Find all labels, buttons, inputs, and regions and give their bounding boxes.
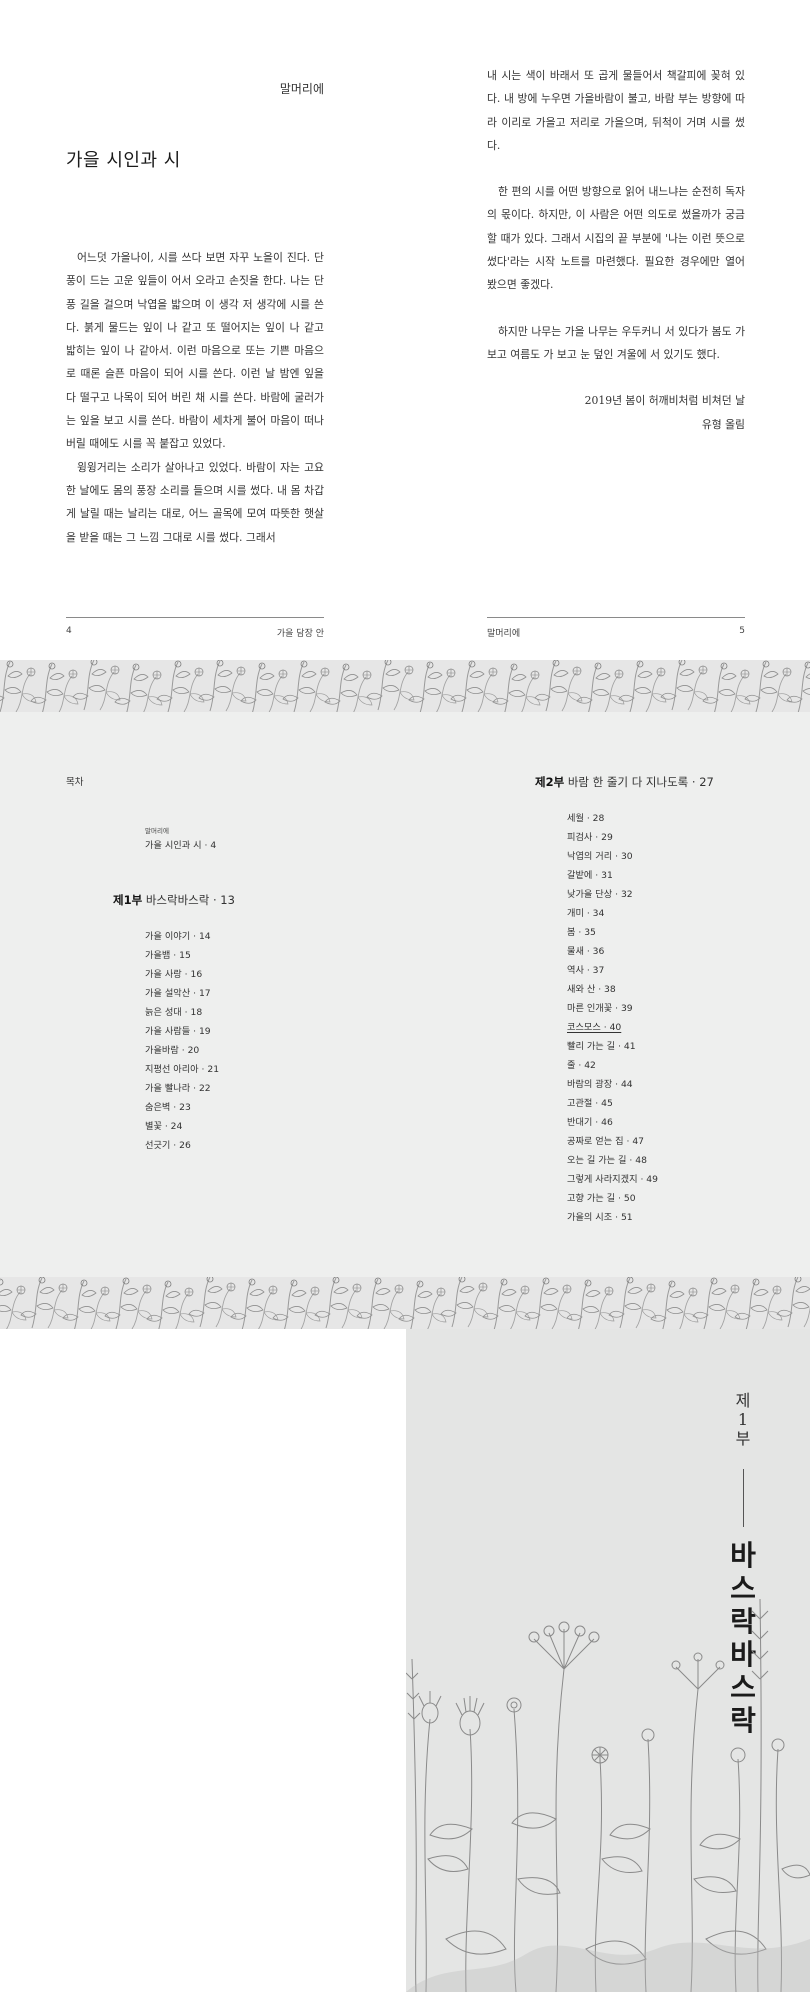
signature-name: 유형 올림 <box>701 417 745 431</box>
toc-part-1-list: 가을 이야기 · 14 가을뱀 · 15 가을 사랑 · 16 가을 설악산 ·… <box>145 927 219 1155</box>
toc-item[interactable]: 역사 · 37 <box>567 961 658 980</box>
folio-title-right: 말머리에 <box>487 629 521 639</box>
toc-item[interactable]: 그렇게 사라지겠지 · 49 <box>567 1170 658 1189</box>
toc-part-2-heading[interactable]: 제2부 바람 한 줄기 다 지나도록 · 27 <box>535 774 714 790</box>
toc-item[interactable]: 반대기 · 46 <box>567 1113 658 1132</box>
toc-item[interactable]: 바람의 광장 · 44 <box>567 1075 658 1094</box>
toc-preface-small-label: 말머리에 <box>145 827 169 835</box>
toc-item[interactable]: 고관절 · 45 <box>567 1094 658 1113</box>
toc-item[interactable]: 갈밭에 · 31 <box>567 866 658 885</box>
preface-right-body: 내 시는 색이 바래서 또 곱게 물들어서 책갈피에 꽂혀 있다. 내 방에 누… <box>487 64 745 436</box>
vertical-rule <box>743 1469 744 1527</box>
preface-paragraph: 하지만 나무는 가을 나무는 우두커니 서 있다가 봄도 가 보고 여름도 가 … <box>487 324 745 361</box>
toc-part-2-list: 세월 · 28 피검사 · 29 낙엽의 거리 · 30 갈밭에 · 31 낮가… <box>567 809 658 1227</box>
folio-number-right: 5 <box>739 626 745 636</box>
toc-item[interactable]: 물새 · 36 <box>567 942 658 961</box>
botanical-pattern-icon <box>0 1277 810 1329</box>
part-number-char: 부 <box>735 1429 751 1448</box>
botanical-band-bottom <box>0 1277 810 1329</box>
toc-item[interactable]: 빨리 가는 길 · 41 <box>567 1037 658 1056</box>
toc-item[interactable]: 오는 길 가는 길 · 48 <box>567 1151 658 1170</box>
toc-preface-entry[interactable]: 가을 시인과 시 · 4 <box>145 836 216 855</box>
toc-part-1-title: 바스락바스락 · 13 <box>142 893 235 907</box>
toc-item[interactable]: 코스모스 · 40 <box>567 1018 658 1037</box>
toc-item[interactable]: 숨은벽 · 23 <box>145 1098 219 1117</box>
part-number-char: 1 <box>737 1410 749 1429</box>
toc-item[interactable]: 늙은 성대 · 18 <box>145 1003 219 1022</box>
preface-left-body: 어느덧 가을나이, 시를 쓰다 보면 자꾸 노을이 진다. 단풍이 드는 고운 … <box>66 246 324 549</box>
toc-item[interactable]: 고향 가는 길 · 50 <box>567 1189 658 1208</box>
signature-date: 2019년 봄이 허깨비처럼 비쳐던 날 <box>584 394 745 408</box>
toc-item[interactable]: 줄 · 42 <box>567 1056 658 1075</box>
toc-item[interactable]: 가을 이야기 · 14 <box>145 927 219 946</box>
toc-label: 목차 <box>66 777 84 788</box>
running-head: 말머리에 <box>279 82 324 96</box>
folio-number-left: 4 <box>66 626 72 636</box>
toc-item[interactable]: 가을 설악산 · 17 <box>145 984 219 1003</box>
toc-item[interactable]: 가을 사람들 · 19 <box>145 1022 219 1041</box>
toc-item[interactable]: 선긋기 · 26 <box>145 1136 219 1155</box>
botanical-band-top <box>0 660 810 712</box>
toc-item[interactable]: 피검사 · 29 <box>567 828 658 847</box>
footer-rule-right <box>487 617 745 618</box>
toc-item[interactable]: 가을뱀 · 15 <box>145 946 219 965</box>
toc-item[interactable]: 개미 · 34 <box>567 904 658 923</box>
toc-item[interactable]: 가을 사랑 · 16 <box>145 965 219 984</box>
toc-item[interactable]: 마른 인개꽃 · 39 <box>567 999 658 1018</box>
toc-part-2-title: 바람 한 줄기 다 지나도록 · 27 <box>564 775 714 789</box>
preface-spread: 말머리에 가을 시인과 시 어느덧 가을나이, 시를 쓰다 보면 자꾸 노을이 … <box>0 0 810 660</box>
botanical-pattern-icon <box>0 660 810 712</box>
part-number-vertical: 제 1 부 <box>735 1391 751 1448</box>
toc-item[interactable]: 별꽃 · 24 <box>145 1117 219 1136</box>
toc-part-1-number: 제1부 <box>113 893 143 907</box>
wildflower-illustration-icon <box>406 1598 810 1992</box>
toc-item[interactable]: 공짜로 얻는 집 · 47 <box>567 1132 658 1151</box>
toc-item[interactable]: 가을의 시조 · 51 <box>567 1208 658 1227</box>
part-number-char: 제 <box>735 1391 751 1410</box>
toc-item[interactable]: 새와 산 · 38 <box>567 980 658 999</box>
preface-left-page: 말머리에 가을 시인과 시 어느덧 가을나이, 시를 쓰다 보면 자꾸 노을이 … <box>66 70 324 640</box>
table-of-contents: 목차 말머리에 가을 시인과 시 · 4 제1부 바스락바스락 · 13 가을 … <box>0 712 810 1277</box>
preface-right-page: 내 시는 색이 바래서 또 곱게 물들어서 책갈피에 꽂혀 있다. 내 방에 누… <box>487 64 745 436</box>
toc-part-1-heading[interactable]: 제1부 바스락바스락 · 13 <box>113 892 235 908</box>
preface-title: 가을 시인과 시 <box>66 150 181 171</box>
part-divider-page: 제 1 부 바 스 락 바 스 락 <box>406 1329 810 1992</box>
preface-paragraph: 한 편의 시를 어떤 방향으로 읽어 내느냐는 순전히 독자의 몫이다. 하지만… <box>487 185 745 292</box>
footer-rule-left <box>66 617 324 618</box>
toc-part-2-number: 제2부 <box>535 775 565 789</box>
toc-item[interactable]: 낙엽의 거리 · 30 <box>567 847 658 866</box>
preface-paragraph: 윙윙거리는 소리가 살아나고 있었다. 바람이 자는 고요한 날에도 몸의 풍장… <box>66 460 324 544</box>
part-divider-spread: 제 1 부 바 스 락 바 스 락 <box>0 1329 810 1992</box>
preface-paragraph: 어느덧 가을나이, 시를 쓰다 보면 자꾸 노을이 진다. 단풍이 드는 고운 … <box>66 251 324 451</box>
toc-item[interactable]: 봄 · 35 <box>567 923 658 942</box>
toc-item[interactable]: 가을 빨나라 · 22 <box>145 1079 219 1098</box>
preface-paragraph: 내 시는 색이 바래서 또 곱게 물들어서 책갈피에 꽂혀 있다. 내 방에 누… <box>487 69 745 152</box>
folio-title-left: 가을 담장 안 <box>276 629 324 639</box>
toc-item[interactable]: 낮가을 단상 · 32 <box>567 885 658 904</box>
toc-item[interactable]: 지평선 아리아 · 21 <box>145 1060 219 1079</box>
toc-item[interactable]: 가을바람 · 20 <box>145 1041 219 1060</box>
toc-item[interactable]: 세월 · 28 <box>567 809 658 828</box>
